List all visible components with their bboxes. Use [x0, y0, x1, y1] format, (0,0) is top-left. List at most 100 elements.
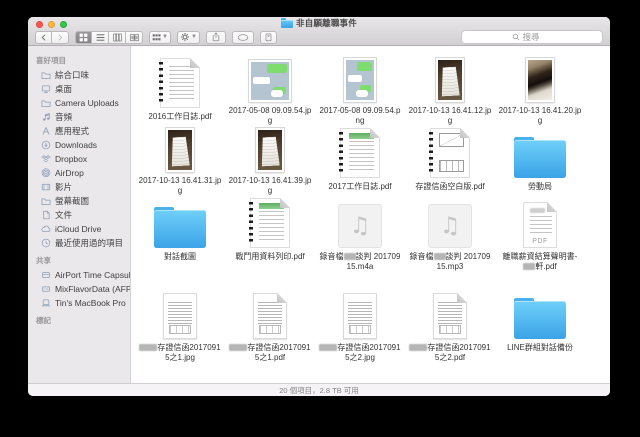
file-item[interactable]: 2017-05-08 09.09.54.jpg [225, 55, 315, 125]
file-item[interactable]: PDF 離職薪資結算聲明書-軒.pdf [495, 195, 585, 286]
file-item[interactable]: 存證信函20170915之1.pdf [225, 286, 315, 376]
action-button[interactable]: ▼ [176, 30, 200, 44]
folder-icon [514, 137, 566, 178]
file-item[interactable]: 存證信函20170915之2.jpg [315, 286, 405, 376]
sidebar-item[interactable]: Tin's MacBook Pro [28, 296, 130, 310]
search-field[interactable] [461, 30, 603, 44]
music-icon [43, 113, 50, 121]
sidebar-item-label: 文件 [55, 210, 73, 220]
sidebar-item[interactable]: 螢幕截圖 [28, 194, 130, 208]
label-button[interactable] [259, 30, 277, 44]
file-label: 2017-05-08 09.09.54.png [319, 106, 401, 125]
file-item[interactable]: 戰鬥用資料列印.pdf [225, 195, 315, 286]
file-item[interactable]: 2017工作日誌.pdf [315, 125, 405, 195]
file-grid-row: 對話截圖 戰鬥用資料列印.pdf ♫ 錄音檔 談判 20170915.m4a ♫ 錄音檔 談判… [135, 195, 610, 286]
sidebar-item-label: 綜合口味 [55, 70, 90, 80]
audio-file-icon: ♫ [428, 204, 472, 248]
zoom-window-button[interactable] [60, 21, 67, 28]
minimize-window-button[interactable] [48, 21, 55, 28]
sidebar-item[interactable]: Camera Uploads [28, 96, 130, 110]
list-view-icon [96, 33, 104, 41]
view-list-button[interactable] [92, 30, 109, 44]
sidebar-item[interactable]: iCloud Drive [28, 222, 130, 236]
pdf-document-icon: PDF [523, 202, 557, 248]
arrange-button[interactable]: ▼ [149, 30, 171, 44]
photo-thumbnail [526, 58, 554, 102]
file-label: 存證信函20170915之1.jpg [138, 343, 223, 362]
file-label: 2017-10-13 16.41.20.jpg [498, 106, 582, 125]
folder-item[interactable]: LINE群組對話備份 [495, 286, 585, 376]
sidebar-item[interactable]: 影片 [28, 180, 130, 194]
forward-button[interactable] [52, 30, 69, 44]
screenshot-background: 非自願離職事件 ▼ ▼ 搜尋 喜好項目 綜合口味 桌面 Camera Uploa… [0, 0, 640, 437]
sidebar-item-label: AirDrop [55, 168, 84, 178]
share-button[interactable] [205, 30, 226, 44]
sidebar-item-label: 影片 [55, 182, 73, 192]
sidebar-item[interactable]: AirDrop [28, 166, 130, 180]
sidebar-item[interactable]: 最近使用過的項目 [28, 236, 130, 250]
music-note-icon: ♫ [439, 212, 461, 239]
sidebar-item-label: 應用程式 [55, 126, 90, 136]
sidebar-item[interactable]: MixFlavorData (AFP) [28, 282, 130, 296]
file-item[interactable]: 2017-10-13 16.41.12.jpg [405, 55, 495, 125]
pdf-spiral-icon [429, 128, 470, 178]
icloud-icon [41, 225, 51, 232]
file-item[interactable]: 存證信函20170915之2.pdf [405, 286, 495, 376]
photo-thumbnail [166, 128, 194, 172]
file-item[interactable]: 存證信函20170915之1.jpg [135, 286, 225, 376]
redacted-text [343, 253, 356, 260]
file-label: 錄音檔 談判 20170915.m4a [319, 252, 401, 271]
sidebar-item[interactable]: Dropbox [28, 152, 130, 166]
file-item[interactable]: 2016工作日誌.pdf [135, 55, 225, 125]
file-item[interactable]: 存證信函空白版.pdf [405, 125, 495, 195]
view-icons-button[interactable] [75, 30, 92, 44]
folder-item[interactable]: 對話截圖 [135, 195, 225, 286]
view-switcher [75, 30, 143, 44]
share-icon [212, 32, 220, 42]
sidebar-item[interactable]: 桌面 [28, 82, 130, 96]
file-item[interactable]: 2017-10-13 16.41.20.jpg [495, 55, 585, 125]
sidebar-section-header: 共享 [36, 256, 51, 265]
server-icon [42, 286, 50, 292]
view-coverflow-button[interactable] [126, 30, 143, 44]
status-bar: 20 個項目，2.8 TB 可用 [28, 383, 610, 396]
folder-icon [154, 207, 206, 248]
redacted-text [319, 344, 338, 351]
tags-button[interactable] [231, 30, 254, 44]
window-title: 非自願離職事件 [296, 18, 357, 28]
search-icon [512, 33, 519, 41]
chevron-down-icon: ▼ [162, 34, 168, 40]
file-label: 對話截圖 [164, 252, 196, 261]
coverflow-view-icon [129, 33, 139, 41]
sidebar-item[interactable]: Downloads [28, 138, 130, 152]
toolbar: ▼ ▼ [28, 29, 610, 45]
file-item[interactable]: ♫ 錄音檔 談判 20170915.mp3 [405, 195, 495, 286]
sidebar-item-label: Camera Uploads [55, 98, 119, 108]
file-item[interactable]: ♫ 錄音檔 談判 20170915.m4a [315, 195, 405, 286]
file-grid-row: 2017-10-13 16.41.31.jpg 2017-10-13 16.41.… [135, 125, 610, 195]
file-label: 存證信函20170915之1.pdf [228, 343, 313, 362]
sidebar-item[interactable]: AirPort Time Capsule [28, 268, 130, 282]
sidebar-item[interactable]: 綜合口味 [28, 68, 130, 82]
back-button[interactable] [35, 30, 52, 44]
view-columns-button[interactable] [109, 30, 126, 44]
search-input[interactable] [522, 32, 553, 42]
sidebar-item[interactable]: 音頻 [28, 110, 130, 124]
recents-icon [41, 238, 51, 248]
file-item[interactable]: 2017-10-13 16.41.39.jpg [225, 125, 315, 195]
pdf-spiral-icon [339, 128, 380, 178]
file-item[interactable]: 2017-05-08 09.09.54.png [315, 55, 405, 125]
laptop-icon [41, 299, 51, 307]
folder-item[interactable]: 勞動局 [495, 125, 585, 195]
file-label: 存證信函20170915之2.jpg [318, 343, 403, 362]
sidebar-item[interactable]: 應用程式 [28, 124, 130, 138]
movies-icon [41, 183, 51, 191]
sidebar-section-header: 標記 [36, 316, 51, 325]
sidebar-item[interactable]: 文件 [28, 208, 130, 222]
file-label: 2017-05-08 09.09.54.jpg [228, 106, 312, 125]
chat-screenshot-thumbnail [249, 60, 291, 102]
close-window-button[interactable] [36, 21, 43, 28]
proxy-folder-icon [281, 18, 294, 28]
file-item[interactable]: 2017-10-13 16.41.31.jpg [135, 125, 225, 195]
documents-icon [43, 210, 50, 220]
